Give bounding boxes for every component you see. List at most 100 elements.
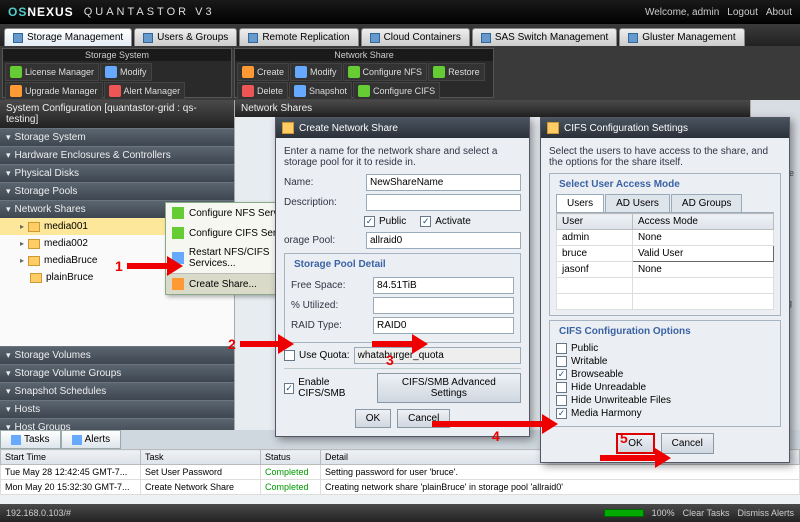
description-label: Description: xyxy=(284,197,362,208)
modify-button[interactable]: Modify xyxy=(100,63,152,81)
acc-storage-pools[interactable]: ▾Storage Pools xyxy=(0,182,234,200)
raid-label: RAID Type: xyxy=(291,320,369,331)
dismiss-alerts-link[interactable]: Dismiss Alerts xyxy=(737,508,794,518)
clear-tasks-link[interactable]: Clear Tasks xyxy=(683,508,730,518)
cifs-icon xyxy=(172,227,184,239)
acc-physical-disks[interactable]: ▾Physical Disks xyxy=(0,164,234,182)
tab-alerts[interactable]: Alerts xyxy=(61,430,122,449)
tab-storage-management[interactable]: Storage Management xyxy=(4,28,132,46)
enable-cifs-checkbox[interactable]: ✓Enable CIFS/SMB xyxy=(284,377,373,399)
about-link[interactable]: About xyxy=(766,7,792,18)
toolgroup-title: Storage System xyxy=(3,49,231,61)
tab-ad-users[interactable]: AD Users xyxy=(605,194,670,212)
welcome-text: Welcome, admin xyxy=(645,7,719,18)
restore-icon xyxy=(433,66,445,78)
tab-cloud-containers[interactable]: Cloud Containers xyxy=(361,28,470,46)
tab-remote-replication[interactable]: Remote Replication xyxy=(239,28,358,46)
status-bar: 192.168.0.103/# 100% Clear Tasks Dismiss… xyxy=(0,504,800,522)
restore-button[interactable]: Restore xyxy=(428,63,485,81)
left-panel-title: System Configuration [quantastor-grid : … xyxy=(0,100,234,128)
configure-nfs-button[interactable]: Configure NFS xyxy=(343,63,428,81)
acc-snapshot-schedules[interactable]: ▾Snapshot Schedules xyxy=(0,382,234,400)
annotation-arrow-4: 4 xyxy=(432,414,558,434)
license-icon xyxy=(10,66,22,78)
opt-browseable[interactable]: ✓Browseable xyxy=(556,369,774,380)
delete-share-button[interactable]: Delete xyxy=(237,82,288,100)
annotation-arrow-2: 2 xyxy=(228,334,294,354)
user-access-mode: Select User Access Mode Users AD Users A… xyxy=(549,173,781,316)
snapshot-button[interactable]: Snapshot xyxy=(289,82,352,100)
nfs-icon xyxy=(172,207,184,219)
tab-sas-switch[interactable]: SAS Switch Management xyxy=(472,28,617,46)
table-row[interactable]: Mon May 20 15:32:30 GMT-7...Create Netwo… xyxy=(1,480,800,495)
dialog-title: CIFS Configuration Settings xyxy=(541,118,789,138)
users-table: UserAccess Mode adminNone bruceValid Use… xyxy=(556,213,774,310)
configure-cifs-button[interactable]: Configure CIFS xyxy=(353,82,440,100)
tab-ad-groups[interactable]: AD Groups xyxy=(671,194,742,212)
cifs-options: CIFS Configuration Options Public Writab… xyxy=(549,320,781,427)
switch-icon xyxy=(481,33,491,43)
right-panel-header: Network Shares xyxy=(235,100,800,117)
dialog-intro: Enter a name for the network share and s… xyxy=(284,146,521,168)
alert-icon xyxy=(109,85,121,97)
col-start-time: Start Time xyxy=(1,450,141,465)
tab-users-groups[interactable]: Users & Groups xyxy=(134,28,237,46)
upgrade-icon xyxy=(10,85,22,97)
cifs-config-dialog: CIFS Configuration Settings Select the u… xyxy=(540,117,790,463)
table-row[interactable]: jasonfNone xyxy=(557,262,774,278)
use-quota-checkbox[interactable]: Use Quota: xyxy=(284,350,350,361)
pool-label: orage Pool: xyxy=(284,235,362,246)
ok-button[interactable]: OK xyxy=(355,409,391,428)
toolgroup-title: Network Share xyxy=(235,49,493,61)
tab-gluster[interactable]: Gluster Management xyxy=(619,28,744,46)
modify-share-button[interactable]: Modify xyxy=(290,63,342,81)
folder-icon xyxy=(28,222,40,232)
name-input[interactable] xyxy=(366,174,521,191)
acc-host-groups[interactable]: ▾Host Groups xyxy=(0,418,234,430)
logout-link[interactable]: Logout xyxy=(727,7,758,18)
activate-checkbox[interactable]: ✓Activate xyxy=(420,216,471,227)
opt-hide-unreadable[interactable]: Hide Unreadable xyxy=(556,382,774,393)
acc-storage-volumes[interactable]: ▾Storage Volumes xyxy=(0,346,234,364)
name-label: Name: xyxy=(284,177,362,188)
opt-media-harmony[interactable]: ✓Media Harmony xyxy=(556,408,774,419)
toolbar: Storage System License Manager Modify Up… xyxy=(0,46,800,100)
opt-public[interactable]: Public xyxy=(556,343,774,354)
create-share-button[interactable]: Create xyxy=(237,63,289,81)
opt-writable[interactable]: Writable xyxy=(556,356,774,367)
cifs-icon xyxy=(547,122,559,134)
alert-manager-button[interactable]: Alert Manager xyxy=(104,82,186,100)
upgrade-manager-button[interactable]: Upgrade Manager xyxy=(5,82,103,100)
snapshot-icon xyxy=(294,85,306,97)
acc-hosts[interactable]: ▾Hosts xyxy=(0,400,234,418)
acc-volume-groups[interactable]: ▾Storage Volume Groups xyxy=(0,364,234,382)
pool-select[interactable] xyxy=(366,232,521,249)
public-checkbox[interactable]: ✓Public xyxy=(364,216,406,227)
raid-value xyxy=(373,317,514,334)
tab-tasks[interactable]: Tasks xyxy=(0,430,61,449)
gluster-icon xyxy=(628,33,638,43)
annotation-arrow-5: 5 xyxy=(600,448,671,468)
description-input[interactable] xyxy=(366,194,521,211)
annotation-arrow-1: 1 xyxy=(115,256,183,276)
tab-users[interactable]: Users xyxy=(556,194,604,212)
progress-bar xyxy=(604,509,644,517)
acc-storage-system[interactable]: ▾Storage System xyxy=(0,128,234,146)
table-row[interactable]: Tue May 28 12:42:45 GMT-7...Set User Pas… xyxy=(1,465,800,480)
nfs-icon xyxy=(348,66,360,78)
status-ip: 192.168.0.103/# xyxy=(6,508,71,518)
utilized-value xyxy=(373,297,514,314)
toolgroup-storage-system: Storage System License Manager Modify Up… xyxy=(2,48,232,98)
acc-hardware[interactable]: ▾Hardware Enclosures & Controllers xyxy=(0,146,234,164)
license-manager-button[interactable]: License Manager xyxy=(5,63,99,81)
fieldset-legend: CIFS Configuration Options xyxy=(556,326,694,337)
cloud-icon xyxy=(370,33,380,43)
cifs-advanced-button[interactable]: CIFS/SMB Advanced Settings xyxy=(377,373,521,403)
dialog-intro: Select the users to have access to the s… xyxy=(549,146,781,168)
share-icon xyxy=(282,122,294,134)
opt-hide-unwriteable[interactable]: Hide Unwriteable Files xyxy=(556,395,774,406)
table-row[interactable]: bruceValid User xyxy=(557,246,774,262)
delete-icon xyxy=(242,85,254,97)
table-row[interactable]: adminNone xyxy=(557,230,774,246)
folder-icon xyxy=(28,239,40,249)
